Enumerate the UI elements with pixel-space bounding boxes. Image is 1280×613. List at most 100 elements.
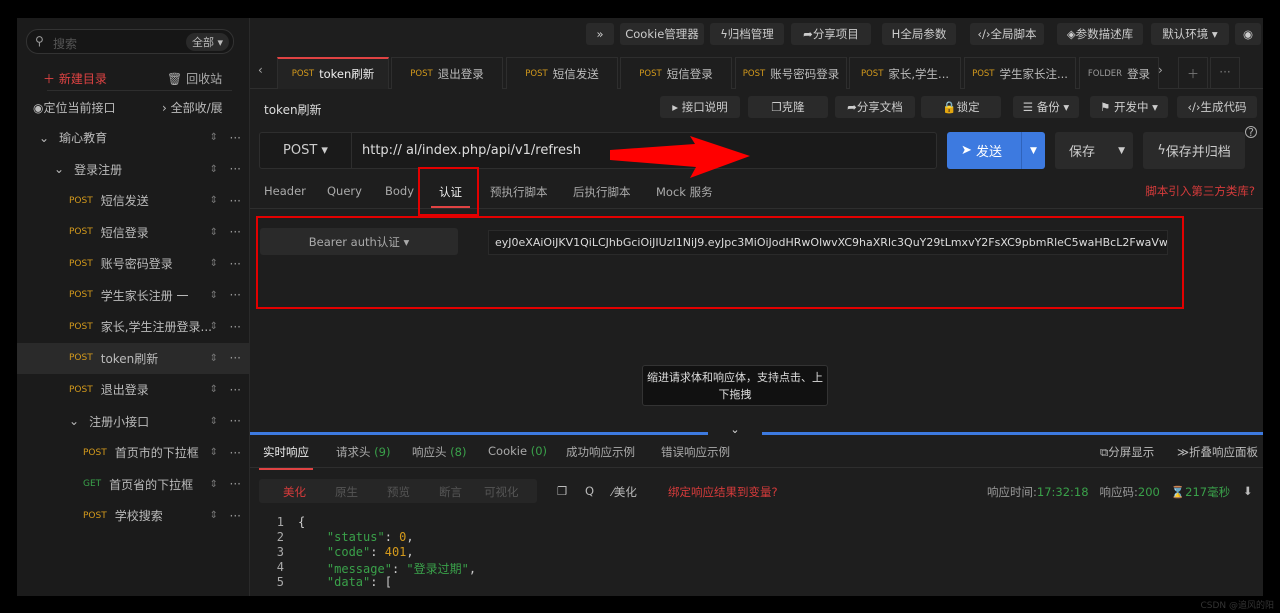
sort-icon[interactable]: ⇕: [210, 510, 218, 521]
tab-more-button[interactable]: ···: [1210, 57, 1240, 89]
lock-button[interactable]: 🔒 锁定: [921, 96, 1001, 118]
more-icon[interactable]: ···: [230, 320, 241, 334]
split-view-button[interactable]: ⧉分屏显示: [1100, 444, 1154, 460]
search-icon[interactable]: Q: [585, 484, 594, 498]
more-icon[interactable]: ···: [230, 194, 241, 208]
sort-icon[interactable]: ⇕: [210, 384, 218, 395]
beautify-button[interactable]: ⁄美化: [612, 484, 637, 500]
tree-item[interactable]: POST 学校搜索 ⇕ ···: [17, 500, 250, 532]
more-icon[interactable]: ···: [230, 414, 241, 428]
tabs-next-icon[interactable]: ›: [1158, 63, 1163, 77]
api-doc-button[interactable]: ▸ 接口说明: [660, 96, 740, 118]
sort-icon[interactable]: ⇕: [210, 479, 218, 490]
tab-request[interactable]: POST 账号密码登录: [735, 57, 847, 89]
tab-success-example[interactable]: 成功响应示例: [566, 444, 635, 460]
tree-item[interactable]: POST 学生家长注册 一 ⇕ ···: [17, 280, 250, 312]
url-input[interactable]: http:// al/index.php/api/v1/refresh: [362, 143, 581, 158]
share-doc-button[interactable]: ➦ 分享文档: [835, 96, 915, 118]
sort-icon[interactable]: ⇕: [210, 447, 218, 458]
more-icon[interactable]: ···: [230, 383, 241, 397]
format-preview[interactable]: 预览: [387, 484, 410, 500]
copy-icon[interactable]: ❐: [557, 484, 567, 498]
global-params-button[interactable]: H 全局参数: [882, 23, 956, 45]
tab-request[interactable]: POST 家长,学生...: [849, 57, 961, 89]
format-assert[interactable]: 断言: [439, 484, 462, 500]
tab-cookie[interactable]: Cookie (0): [488, 444, 547, 458]
backup-dropdown[interactable]: ☰ 备份 ▾: [1013, 96, 1079, 118]
tree-item[interactable]: ⌄ 登录注册 ⇕ ···: [17, 154, 250, 186]
tree-item[interactable]: GET 首页省的下拉框 ⇕ ···: [17, 469, 250, 501]
help-icon[interactable]: ?: [1245, 126, 1257, 139]
tree-item[interactable]: POST 家长,学生注册登录... ⇕ ···: [17, 311, 250, 343]
sort-icon[interactable]: ⇕: [210, 195, 218, 206]
tab-request[interactable]: POST 退出登录: [391, 57, 503, 89]
sort-icon[interactable]: ⇕: [210, 290, 218, 301]
tab-request-headers[interactable]: 请求头 (9): [336, 444, 390, 460]
share-project-button[interactable]: ➦ 分享项目: [791, 23, 871, 45]
tab-error-example[interactable]: 错误响应示例: [661, 444, 730, 460]
chevron-down-icon[interactable]: ⌄: [69, 414, 79, 428]
more-icon[interactable]: ···: [230, 509, 241, 523]
format-raw[interactable]: 原生: [335, 484, 358, 500]
sort-icon[interactable]: ⇕: [210, 227, 218, 238]
recycle-bin-button[interactable]: 🗑 回收站: [167, 70, 222, 87]
tab-request[interactable]: POST token刷新: [277, 57, 389, 89]
tabs-prev-icon[interactable]: ‹: [258, 63, 263, 77]
status-dropdown[interactable]: ⚑ 开发中 ▾: [1090, 96, 1168, 118]
more-icon[interactable]: ···: [230, 351, 241, 365]
environment-select[interactable]: 默认环境 ▾: [1151, 23, 1229, 45]
more-icon[interactable]: ···: [230, 225, 241, 239]
more-icon[interactable]: ···: [230, 288, 241, 302]
tab-request[interactable]: FOLDER 登录: [1079, 57, 1159, 89]
add-tab-button[interactable]: ＋: [1178, 57, 1208, 89]
collapse-response-button[interactable]: ≫折叠响应面板: [1177, 444, 1258, 460]
global-script-button[interactable]: ‹/› 全局脚本: [970, 23, 1044, 45]
tree-item[interactable]: POST token刷新 ⇕ ···: [17, 342, 250, 374]
tab-request[interactable]: POST 学生家长注...: [964, 57, 1076, 89]
filter-dropdown[interactable]: 全部 ▾: [185, 33, 229, 51]
eye-icon[interactable]: ◉: [1235, 23, 1261, 45]
param-library-button[interactable]: ◈ 参数描述库: [1057, 23, 1143, 45]
archive-manage-button[interactable]: ϟ 归档管理: [710, 23, 784, 45]
sort-icon[interactable]: ⇕: [210, 353, 218, 364]
format-visualize[interactable]: 可视化: [484, 484, 519, 500]
sort-icon[interactable]: ⇕: [210, 258, 218, 269]
sort-icon[interactable]: ⇕: [210, 132, 218, 143]
tab-header[interactable]: Header: [264, 184, 306, 198]
new-directory-button[interactable]: ＋ 新建目录: [43, 70, 107, 87]
tree-item[interactable]: ⌄ 瑜心教育 ⇕ ···: [17, 122, 250, 154]
tab-pre-script[interactable]: 预执行脚本: [490, 184, 548, 200]
third-party-lib-link[interactable]: 脚本引入第三方类库?: [1145, 183, 1255, 199]
tree-item[interactable]: POST 短信登录 ⇕ ···: [17, 217, 250, 249]
tab-request[interactable]: POST 短信登录: [620, 57, 732, 89]
tree-item[interactable]: POST 首页市的下拉框 ⇕ ···: [17, 437, 250, 469]
chevron-down-icon[interactable]: ⌄: [39, 131, 49, 145]
more-icon[interactable]: ···: [230, 477, 241, 491]
cookie-manager-button[interactable]: Cookie管理器: [620, 23, 704, 45]
download-icon[interactable]: ⬇: [1243, 484, 1253, 498]
send-dropdown[interactable]: ▼: [1021, 132, 1045, 169]
sort-icon[interactable]: ⇕: [210, 321, 218, 332]
tree-item[interactable]: POST 短信发送 ⇕ ···: [17, 185, 250, 217]
bind-variable-link[interactable]: 绑定响应结果到变量?: [668, 484, 778, 500]
tab-mock[interactable]: Mock 服务: [656, 184, 713, 200]
sort-icon[interactable]: ⇕: [210, 416, 218, 427]
generate-code-button[interactable]: ‹/› 生成代码: [1177, 96, 1257, 118]
save-dropdown-icon[interactable]: ▼: [1118, 146, 1125, 156]
tab-request[interactable]: POST 短信发送: [506, 57, 618, 89]
save-archive-button[interactable]: ϟ 保存并归档: [1143, 132, 1245, 169]
more-icon[interactable]: ···: [230, 446, 241, 460]
tab-post-script[interactable]: 后执行脚本: [573, 184, 631, 200]
collapse-handle-chevron-icon[interactable]: ⌄: [708, 416, 762, 436]
tab-query[interactable]: Query: [327, 184, 362, 198]
tab-body[interactable]: Body: [385, 184, 414, 198]
sort-icon[interactable]: ⇕: [210, 164, 218, 175]
toggle-all-button[interactable]: › 全部收/展: [162, 99, 223, 116]
send-button[interactable]: ➤ 发送 ▼: [947, 132, 1045, 169]
tree-item[interactable]: ⌄ 注册小接口 ⇕ ···: [17, 406, 250, 438]
tree-item[interactable]: POST 退出登录 ⇕ ···: [17, 374, 250, 406]
tab-live-response[interactable]: 实时响应: [259, 444, 313, 470]
more-icon[interactable]: ···: [230, 257, 241, 271]
tab-response-headers[interactable]: 响应头 (8): [412, 444, 466, 460]
expand-toolbar-button[interactable]: »: [586, 23, 614, 45]
